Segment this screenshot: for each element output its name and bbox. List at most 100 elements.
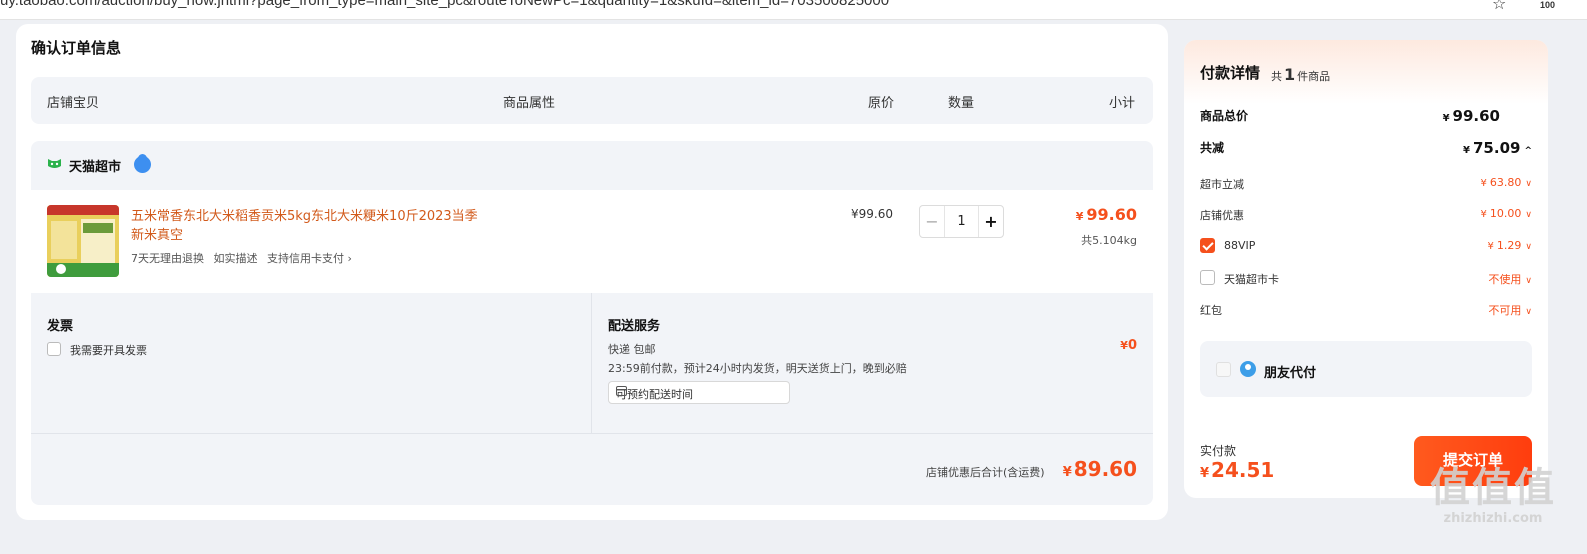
col-store-item: 店铺宝贝 bbox=[47, 96, 100, 111]
section-divider bbox=[591, 293, 592, 433]
item-count: 共 1 件商品 bbox=[1271, 65, 1330, 84]
chevron-down-icon[interactable]: ∨ bbox=[1525, 210, 1532, 220]
item-weight: 共5.104kg bbox=[1081, 234, 1137, 247]
watermark: 值值值 zhizhizhi.com bbox=[1418, 465, 1568, 543]
actual-pay-value: ¥24.51 bbox=[1200, 458, 1274, 482]
subtotal-value: 99.60 bbox=[1086, 205, 1137, 224]
column-header: 店铺宝贝 商品属性 原价 数量 小计 bbox=[31, 77, 1153, 124]
discount-item-value[interactable]: ¥63.80 ∨ bbox=[1481, 176, 1532, 189]
col-attributes: 商品属性 bbox=[503, 96, 556, 111]
chevron-down-icon[interactable]: ∨ bbox=[1525, 179, 1532, 189]
delivery-time-select[interactable]: 可预约配送时间 bbox=[608, 381, 790, 404]
actual-pay-amount: 24.51 bbox=[1211, 458, 1275, 482]
col-quantity: 数量 bbox=[948, 96, 975, 111]
payment-title: 付款详情 bbox=[1200, 64, 1261, 82]
discount-item-amount: 10.00 bbox=[1489, 207, 1522, 220]
currency-symbol: ¥ bbox=[1075, 210, 1084, 223]
payment-card: 付款详情 共 1 件商品 商品总价 ¥99.60 共减 ¥75.09 ^ 超市立减 ¥… bbox=[1184, 40, 1548, 498]
discount-item-amount: 1.29 bbox=[1496, 239, 1522, 252]
delivery-label: 配送服务 bbox=[608, 319, 661, 334]
friend-pay-label: 朋友代付 bbox=[1264, 366, 1317, 381]
shop-header: 天猫超市 bbox=[31, 141, 1153, 190]
actual-pay-label: 实付款 bbox=[1200, 444, 1237, 458]
currency-symbol: ¥ bbox=[1200, 466, 1210, 481]
vip-checkbox[interactable] bbox=[1200, 238, 1215, 253]
bookmark-star-icon[interactable]: ☆ bbox=[1492, 0, 1506, 13]
discount-item-label: 超市立减 bbox=[1200, 178, 1244, 191]
discount-item-value[interactable]: ¥10.00 ∨ bbox=[1481, 207, 1532, 220]
friend-pay-icon bbox=[1240, 361, 1256, 377]
item-row: 五米常香东北大米稻香贡米5kg东北大米粳米10斤2023当季新米真空 7天无理由… bbox=[31, 190, 1153, 293]
chat-icon[interactable] bbox=[134, 156, 151, 173]
tmall-cat-icon bbox=[48, 159, 61, 168]
discount-item-amount: 63.80 bbox=[1489, 176, 1522, 189]
quantity-stepper[interactable]: − 1 + bbox=[919, 205, 1004, 238]
col-price: 原价 bbox=[868, 96, 895, 111]
goods-total-value: ¥99.60 bbox=[1443, 107, 1500, 125]
discount-item-label: 88VIP bbox=[1224, 239, 1256, 252]
service-tags: 7天无理由退换 如实描述 支持信用卡支付 › bbox=[131, 250, 358, 266]
count-value: 1 bbox=[1284, 65, 1296, 84]
chevron-down-icon[interactable]: ∨ bbox=[1525, 242, 1532, 252]
discount-item-value[interactable]: ¥1.29 ∨ bbox=[1488, 239, 1532, 252]
original-price: ¥99.60 bbox=[851, 207, 893, 221]
friend-pay-option[interactable]: 朋友代付 bbox=[1200, 341, 1532, 397]
product-title[interactable]: 五米常香东北大米稻香贡米5kg东北大米粳米10斤2023当季新米真空 bbox=[131, 207, 481, 245]
delivery-fee: ¥0 bbox=[1120, 338, 1137, 353]
count-prefix: 共 bbox=[1271, 70, 1282, 83]
order-card: 确认订单信息 店铺宝贝 商品属性 原价 数量 小计 天猫超市 五米常香东北大米稻… bbox=[16, 24, 1168, 520]
invoice-option[interactable]: 我需要开具发票 bbox=[70, 342, 147, 358]
tag-describe: 如实描述 bbox=[213, 252, 258, 265]
currency-symbol: ¥ bbox=[1480, 209, 1487, 220]
fee-value: 0 bbox=[1127, 338, 1137, 353]
decrease-button[interactable]: − bbox=[920, 206, 945, 237]
tag-return: 7天无理由退换 bbox=[131, 252, 204, 265]
shop-total-label: 店铺优惠后合计(含运费) bbox=[926, 466, 1045, 479]
currency-symbol: ¥ bbox=[1487, 241, 1494, 252]
url-text[interactable]: uy.taobao.com/auction/buy_now.jhtml?page… bbox=[0, 0, 889, 9]
friend-pay-checkbox[interactable] bbox=[1216, 362, 1231, 377]
increase-button[interactable]: + bbox=[978, 206, 1003, 237]
invoice-checkbox[interactable] bbox=[47, 342, 61, 356]
count-suffix: 件商品 bbox=[1297, 70, 1331, 83]
discount-item-value[interactable]: 不使用 ∨ bbox=[1488, 271, 1532, 287]
chevron-down-icon[interactable]: ∨ bbox=[1525, 307, 1532, 317]
product-thumbnail[interactable] bbox=[47, 205, 119, 277]
currency-symbol: ¥ bbox=[1442, 113, 1450, 124]
delivery-description: 23:59前付款，预计24小时内发货，明天送货上门，晚到必赔 bbox=[608, 362, 907, 375]
delivery-time-placeholder: 可预约配送时间 bbox=[616, 388, 693, 401]
shop-block: 天猫超市 五米常香东北大米稻香贡米5kg东北大米粳米10斤2023当季新米真空 … bbox=[31, 141, 1153, 505]
quantity-value[interactable]: 1 bbox=[945, 206, 978, 237]
tag-credit[interactable]: 支持信用卡支付 › bbox=[267, 252, 352, 265]
delivery-method: 快递 包邮 bbox=[608, 343, 656, 356]
watermark-logo: 值值值 bbox=[1430, 465, 1556, 511]
section-divider bbox=[31, 433, 1153, 434]
chevron-up-icon[interactable]: ^ bbox=[1524, 146, 1532, 156]
goods-total-label: 商品总价 bbox=[1200, 109, 1249, 123]
item-subtotal: ¥99.60 bbox=[1076, 205, 1137, 224]
discount-item-label: 店铺优惠 bbox=[1200, 209, 1244, 222]
currency-symbol: ¥ bbox=[1463, 145, 1470, 156]
invoice-label: 发票 bbox=[47, 319, 74, 334]
shop-total-value: ¥89.60 bbox=[1063, 457, 1137, 481]
currency-symbol: ¥ bbox=[1480, 178, 1487, 189]
zoom-level: 100 bbox=[1540, 0, 1556, 10]
col-subtotal: 小计 bbox=[1109, 96, 1136, 111]
discount-item-value[interactable]: 不可用 ∨ bbox=[1488, 302, 1532, 318]
discount-item-status: 不可用 bbox=[1488, 304, 1522, 317]
page-title: 确认订单信息 bbox=[31, 39, 122, 57]
chevron-down-icon[interactable]: ∨ bbox=[1525, 276, 1532, 286]
calendar-icon bbox=[616, 386, 627, 396]
discount-value[interactable]: ¥75.09 ^ bbox=[1463, 139, 1532, 157]
address-bar[interactable]: uy.taobao.com/auction/buy_now.jhtml?page… bbox=[0, 0, 1587, 20]
supermarket-card-checkbox[interactable] bbox=[1200, 270, 1215, 285]
discount-item-status: 不使用 bbox=[1488, 273, 1522, 286]
shop-name[interactable]: 天猫超市 bbox=[69, 156, 121, 175]
goods-total-amount: 99.60 bbox=[1452, 107, 1500, 125]
discount-amount: 75.09 bbox=[1473, 139, 1521, 157]
discount-item-label: 红包 bbox=[1200, 304, 1222, 317]
currency-symbol: ¥ bbox=[1120, 339, 1128, 352]
watermark-site: zhizhizhi.com bbox=[1443, 511, 1543, 526]
discount-item-label: 天猫超市卡 bbox=[1224, 273, 1279, 286]
currency-symbol: ¥ bbox=[1062, 465, 1072, 480]
